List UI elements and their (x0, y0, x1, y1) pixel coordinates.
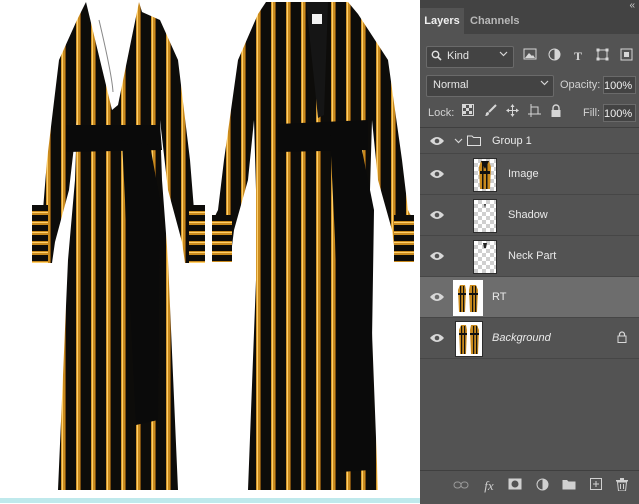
adjustment-layer-icon[interactable] (534, 478, 550, 494)
blend-mode-select[interactable]: Normal (426, 75, 554, 97)
delete-layer-icon[interactable] (614, 478, 630, 494)
filter-icon-group: T (518, 46, 636, 66)
visibility-eye-icon[interactable] (429, 332, 445, 344)
fill-input[interactable]: 100% (603, 104, 636, 122)
layer-row-background[interactable]: Background (420, 318, 639, 359)
layer-thumbnail (473, 240, 497, 274)
left-dress-image (32, 2, 205, 490)
image-filter-icon[interactable] (522, 48, 538, 64)
layer-thumbnail (473, 199, 497, 233)
smart-object-filter-icon[interactable] (618, 48, 634, 64)
lock-transparent-icon[interactable] (460, 104, 476, 120)
layers-bottom-toolbar: fx (420, 470, 639, 504)
visibility-eye-icon[interactable] (429, 250, 445, 262)
filter-kind-label: Kind (447, 50, 470, 62)
layer-row-image[interactable]: Image (420, 154, 639, 195)
layer-row-neck-part[interactable]: Neck Part (420, 236, 639, 277)
new-group-icon[interactable] (561, 478, 577, 494)
layers-panel: Layers Channels « Kind T Normal Opacity:… (420, 0, 639, 504)
blend-mode-value: Normal (433, 79, 469, 91)
search-icon (431, 50, 442, 64)
layer-name: Background (492, 332, 551, 344)
layer-row-rt[interactable]: RT (420, 277, 639, 318)
layer-name: Neck Part (508, 250, 557, 262)
layer-thumbnail (473, 158, 497, 192)
link-layers-icon[interactable] (453, 478, 469, 494)
layer-row-group-1[interactable]: Group 1 (420, 128, 639, 154)
tab-layers[interactable]: Layers (420, 8, 464, 34)
right-dress-image (212, 2, 414, 490)
layer-thumbnail (455, 321, 483, 357)
panel-tab-bar: Layers Channels « (420, 0, 639, 34)
lock-icon[interactable] (617, 331, 627, 346)
lock-paint-icon[interactable] (482, 104, 498, 120)
layer-mask-icon[interactable] (507, 478, 523, 494)
visibility-eye-icon[interactable] (429, 135, 445, 147)
layer-row-shadow[interactable]: Shadow (420, 195, 639, 236)
lock-artboard-icon[interactable] (526, 104, 542, 120)
opacity-input[interactable]: 100% (603, 76, 636, 94)
visibility-eye-icon[interactable] (429, 168, 445, 180)
collapse-panel-icon[interactable]: « (629, 0, 635, 11)
visibility-eye-icon[interactable] (429, 209, 445, 221)
visibility-eye-icon[interactable] (429, 291, 445, 303)
chevron-down-icon (499, 49, 508, 61)
new-layer-icon[interactable] (588, 478, 604, 494)
layer-filter-select[interactable]: Kind (426, 46, 514, 68)
dress-artwork (32, 2, 414, 490)
tab-channels[interactable]: Channels (470, 8, 520, 34)
lock-label: Lock: (428, 107, 455, 119)
layer-thumbnail (453, 280, 483, 316)
layer-name: Group 1 (492, 135, 532, 147)
chevron-down-icon[interactable] (454, 136, 463, 148)
document-canvas[interactable] (0, 0, 420, 503)
lock-all-icon[interactable] (548, 104, 564, 120)
layer-name: Image (508, 168, 539, 180)
opacity-label: Opacity: (560, 79, 601, 91)
shape-filter-icon[interactable] (594, 48, 610, 64)
fx-icon[interactable]: fx (481, 478, 497, 494)
type-filter-icon[interactable]: T (570, 48, 586, 64)
layer-name: RT (492, 291, 507, 303)
fill-label: Fill: (583, 107, 601, 119)
chevron-down-icon (540, 78, 549, 90)
folder-icon (467, 135, 481, 149)
layer-name: Shadow (508, 209, 548, 221)
adjustment-filter-icon[interactable] (546, 48, 562, 64)
lock-move-icon[interactable] (504, 104, 520, 120)
canvas-edge (0, 498, 420, 503)
